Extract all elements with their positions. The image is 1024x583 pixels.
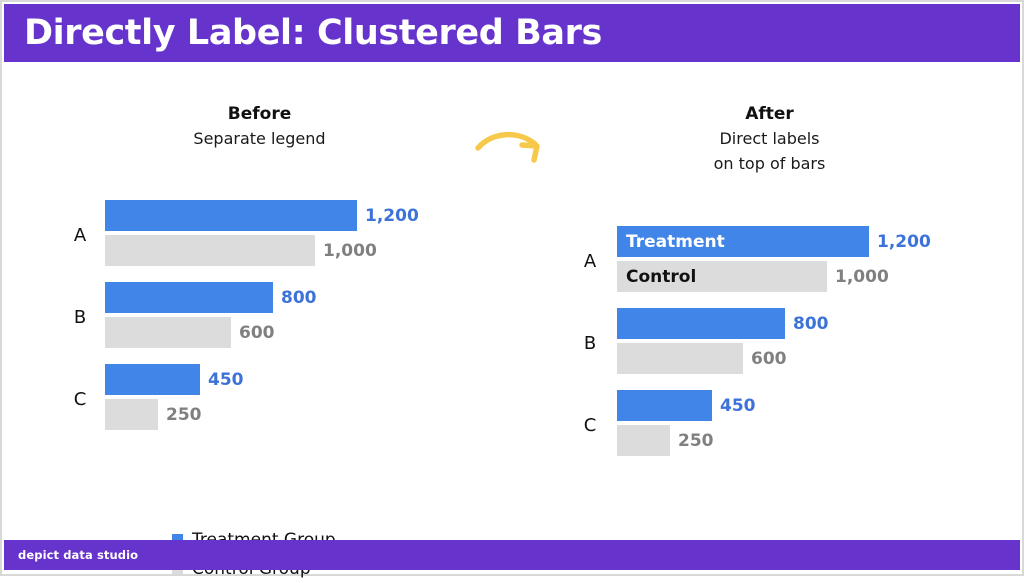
value-label-a-control-after: 1,000 [835,266,889,287]
value-label-b-control-after: 600 [751,348,787,369]
bar-row-c-control: 250 [105,399,244,430]
bar-a-treatment-after: Treatment [617,226,869,257]
panel-before-heading: Before Separate legend [62,102,457,151]
bar-pair-c-after: 450 250 [617,390,756,456]
value-label-b-treatment: 800 [281,287,317,308]
category-label-a: A [73,224,87,246]
value-label-a-control: 1,000 [323,240,377,261]
panel-before: Before Separate legend A 1,200 1,000 B 8… [62,102,492,579]
bar-a-treatment [105,200,357,231]
direct-label-control: Control [626,266,697,287]
bar-row-a-treatment-after: Treatment 1,200 [617,226,931,257]
value-label-b-treatment-after: 800 [793,313,829,334]
bar-row-b-control: 600 [105,317,317,348]
chart-before: A 1,200 1,000 B 800 600 C 450 250 [62,200,462,579]
chart-group-b: B 800 600 [62,282,462,352]
panel-after-subtitle-line1: Direct labels [719,129,820,148]
panel-after: After Direct labels on top of bars A Tre… [572,102,1002,456]
bar-row-c-treatment: 450 [105,364,244,395]
bar-c-control [105,399,158,430]
bar-pair-b: 800 600 [105,282,317,348]
category-label-a-after: A [583,250,597,272]
panel-before-title: Before [227,104,292,124]
bar-pair-a-after: Treatment 1,200 Control 1,000 [617,226,931,292]
bar-row-a-control-after: Control 1,000 [617,261,931,292]
category-label-b-after: B [583,332,597,354]
bar-row-b-treatment: 800 [105,282,317,313]
bar-pair-a: 1,200 1,000 [105,200,419,266]
value-label-a-treatment: 1,200 [365,205,419,226]
bar-row-b-treatment-after: 800 [617,308,829,339]
value-label-c-treatment: 450 [208,369,244,390]
curved-arrow-icon [475,131,540,163]
bar-row-c-treatment-after: 450 [617,390,756,421]
bar-a-control [105,235,315,266]
chart-group-a: A 1,200 1,000 [62,200,462,270]
category-label-c: C [73,388,87,410]
bar-b-treatment-after [617,308,785,339]
bar-row-a-control: 1,000 [105,235,419,266]
panel-before-subtitle: Separate legend [193,129,326,148]
direct-label-treatment: Treatment [626,231,725,252]
bar-row-b-control-after: 600 [617,343,829,374]
bar-b-control-after [617,343,743,374]
bar-row-a-treatment: 1,200 [105,200,419,231]
panel-after-heading: After Direct labels on top of bars [572,102,967,176]
bar-b-control [105,317,231,348]
slide-title-band: Directly Label: Clustered Bars [4,4,1020,62]
chart-after: A Treatment 1,200 Control 1,000 B 800 60… [572,226,972,472]
slide-footer-band: depict data studio [4,540,1020,570]
footer-brand-label: depict data studio [18,548,139,562]
bar-c-treatment [105,364,200,395]
chart-group-b-after: B 800 600 [572,308,972,378]
value-label-c-treatment-after: 450 [720,395,756,416]
bar-c-control-after [617,425,670,456]
bar-pair-b-after: 800 600 [617,308,829,374]
page-title: Directly Label: Clustered Bars [24,13,602,53]
category-label-b: B [73,306,87,328]
category-label-c-after: C [583,414,597,436]
bar-pair-c: 450 250 [105,364,244,430]
panel-after-subtitle-line2: on top of bars [713,154,826,173]
panel-after-title: After [745,104,794,124]
slide-canvas: Directly Label: Clustered Bars Before Se… [0,0,1024,579]
value-label-b-control: 600 [239,322,275,343]
value-label-a-treatment-after: 1,200 [877,231,931,252]
bar-b-treatment [105,282,273,313]
chart-group-c: C 450 250 [62,364,462,434]
bar-c-treatment-after [617,390,712,421]
chart-group-a-after: A Treatment 1,200 Control 1,000 [572,226,972,296]
bar-row-c-control-after: 250 [617,425,756,456]
bar-a-control-after: Control [617,261,827,292]
value-label-c-control: 250 [166,404,202,425]
chart-group-c-after: C 450 250 [572,390,972,460]
value-label-c-control-after: 250 [678,430,714,451]
